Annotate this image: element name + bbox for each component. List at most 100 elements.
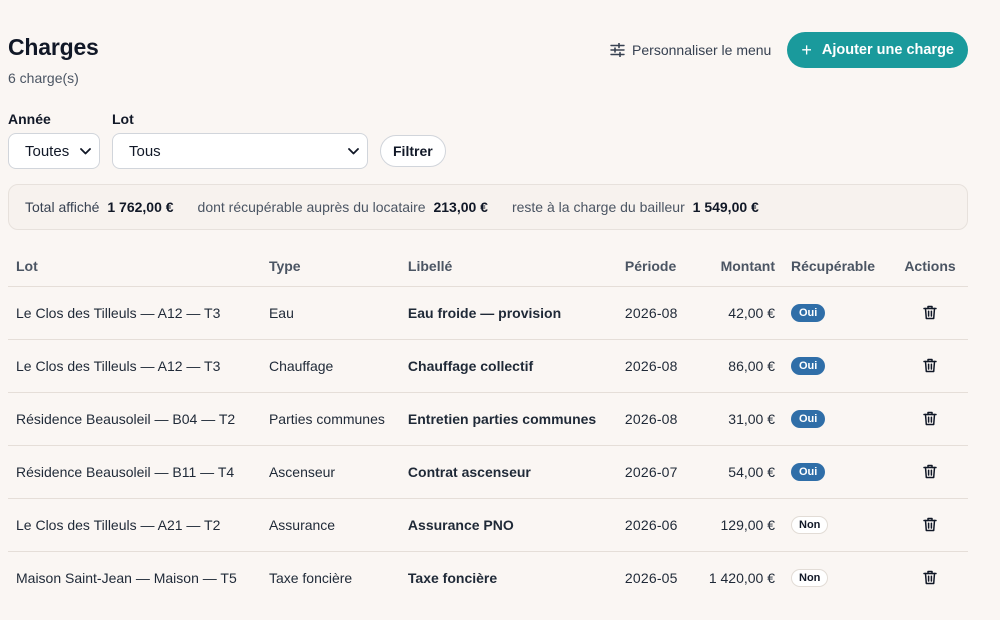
delete-button[interactable] [920, 568, 940, 588]
delete-button[interactable] [920, 514, 940, 534]
cell-lot: Résidence Beausoleil — B11 — T4 [8, 445, 261, 499]
table-row: Le Clos des Tilleuls — A12 — T3 Eau Eau … [8, 286, 968, 340]
recoverable-badge: Non [791, 516, 829, 534]
trash-icon [923, 411, 937, 425]
add-charge-button[interactable]: + Ajouter une charge [787, 32, 968, 68]
cell-recoverable: Oui [783, 392, 892, 446]
add-charge-label: Ajouter une charge [821, 42, 954, 58]
recoverable-badge: Oui [791, 410, 826, 428]
total-displayed-value: 1 762,00 € [107, 199, 174, 215]
lot-filter-label: Lot [112, 111, 134, 127]
trash-icon [923, 517, 937, 531]
cell-lot: Maison Saint-Jean — Maison — T5 [16, 569, 237, 586]
year-filter-label: Année [8, 111, 51, 127]
year-select[interactable]: Toutes [8, 133, 100, 169]
column-header-label: Libellé [399, 246, 617, 287]
total-displayed: Total affiché 1 762,00 € [25, 199, 174, 215]
cell-actions [891, 286, 968, 340]
table-row: Résidence Beausoleil — B04 — T2 Parties … [8, 392, 968, 446]
cell-actions [892, 551, 968, 604]
table-row: Le Clos des Tilleuls — A21 — T2 Assuranc… [8, 498, 968, 552]
column-header-period: Période [616, 246, 701, 287]
table-header-row: Lot Type Libellé Période Montant Récupér… [8, 246, 968, 287]
cell-amount: 42,00 € [700, 286, 783, 340]
filter-button[interactable]: Filtrer [380, 135, 446, 167]
recoverable-badge: Non [791, 569, 829, 588]
year-select-value: Toutes [25, 142, 70, 160]
cell-lot: Le Clos des Tilleuls — A12 — T3 [8, 286, 261, 340]
column-header-type: Type [260, 246, 400, 287]
total-landlord-value: 1 549,00 € [692, 199, 759, 215]
cell-actions [891, 339, 968, 393]
lot-select[interactable]: Tous [112, 133, 368, 169]
cell-type: Assurance [260, 498, 400, 552]
trash-icon [923, 305, 937, 319]
plus-icon: + [801, 40, 812, 60]
cell-period: 2026-05 [624, 569, 678, 586]
cell-amount: 54,00 € [700, 445, 783, 499]
chevron-down-icon [80, 147, 91, 154]
filter-bar: Année Toutes Lot Tous Filtrer [8, 111, 446, 169]
total-recoverable-value: 213,00 € [433, 199, 488, 215]
cell-actions [891, 392, 968, 446]
table-row: Maison Saint-Jean — Maison — T5 Taxe fon… [8, 551, 968, 604]
delete-button[interactable] [920, 355, 940, 375]
total-recoverable: dont récupérable auprès du locataire 213… [198, 199, 488, 215]
delete-button[interactable] [920, 461, 940, 481]
cell-lot: Résidence Beausoleil — B04 — T2 [8, 392, 261, 446]
cell-recoverable: Oui [783, 445, 892, 499]
lot-filter: Lot Tous [112, 111, 368, 169]
sliders-icon [610, 43, 625, 57]
cell-label: Assurance PNO [399, 498, 617, 552]
header-actions: Personnaliser le menu + Ajouter une char… [610, 32, 968, 68]
cell-lot: Le Clos des Tilleuls — A12 — T3 [8, 339, 261, 393]
cell-period: 2026-08 [616, 392, 701, 446]
cell-label: Chauffage collectif [399, 339, 617, 393]
delete-button[interactable] [920, 408, 940, 428]
column-header-actions: Actions [891, 246, 968, 287]
cell-recoverable: Oui [783, 339, 892, 393]
trash-icon [923, 570, 937, 585]
table-row: Résidence Beausoleil — B11 — T4 Ascenseu… [8, 445, 968, 499]
cell-recoverable: Oui [783, 286, 892, 340]
delete-button[interactable] [920, 302, 940, 322]
cell-recoverable: Non [783, 498, 892, 552]
recoverable-badge: Oui [791, 463, 826, 481]
cell-actions [891, 498, 968, 552]
customize-menu-label: Personnaliser le menu [632, 42, 772, 58]
customize-menu-link[interactable]: Personnaliser le menu [610, 42, 771, 58]
charges-table-body: Le Clos des Tilleuls — A12 — T3 Eau Eau … [8, 286, 968, 604]
page-header: Charges 6 charge(s) Personnaliser le men… [8, 32, 968, 90]
cell-period: 2026-06 [616, 498, 701, 552]
cell-period: 2026-08 [616, 339, 701, 393]
trash-icon [923, 358, 937, 372]
total-recoverable-label: dont récupérable auprès du locataire [197, 199, 426, 215]
lot-select-value: Tous [129, 142, 161, 160]
recoverable-badge: Oui [791, 357, 826, 375]
column-header-amount: Montant [700, 246, 783, 287]
cell-amount: 1 420,00 € [708, 569, 775, 586]
cell-label: Eau froide — provision [399, 286, 617, 340]
column-header-lot: Lot [8, 246, 261, 287]
cell-period: 2026-07 [616, 445, 701, 499]
cell-amount: 86,00 € [700, 339, 783, 393]
total-landlord: reste à la charge du bailleur 1 549,00 € [512, 199, 759, 215]
chevron-down-icon [348, 147, 359, 154]
cell-label: Entretien parties communes [399, 392, 617, 446]
charges-table: Lot Type Libellé Période Montant Récupér… [8, 246, 968, 604]
cell-actions [891, 445, 968, 499]
cell-label: Contrat ascenseur [399, 445, 617, 499]
cell-amount: 129,00 € [700, 498, 783, 552]
totals-summary: Total affiché 1 762,00 € dont récupérabl… [8, 184, 968, 230]
cell-type: Taxe foncière [268, 569, 353, 586]
charge-count: 6 charge(s) [8, 70, 79, 86]
cell-lot: Le Clos des Tilleuls — A21 — T2 [8, 498, 261, 552]
year-filter: Année Toutes [8, 111, 100, 169]
cell-label: Taxe foncière [407, 569, 498, 586]
cell-type: Chauffage [260, 339, 400, 393]
cell-type: Ascenseur [260, 445, 400, 499]
table-row: Le Clos des Tilleuls — A12 — T3 Chauffag… [8, 339, 968, 393]
cell-recoverable: Non [783, 551, 892, 604]
cell-type: Parties communes [260, 392, 400, 446]
trash-icon [923, 464, 937, 478]
